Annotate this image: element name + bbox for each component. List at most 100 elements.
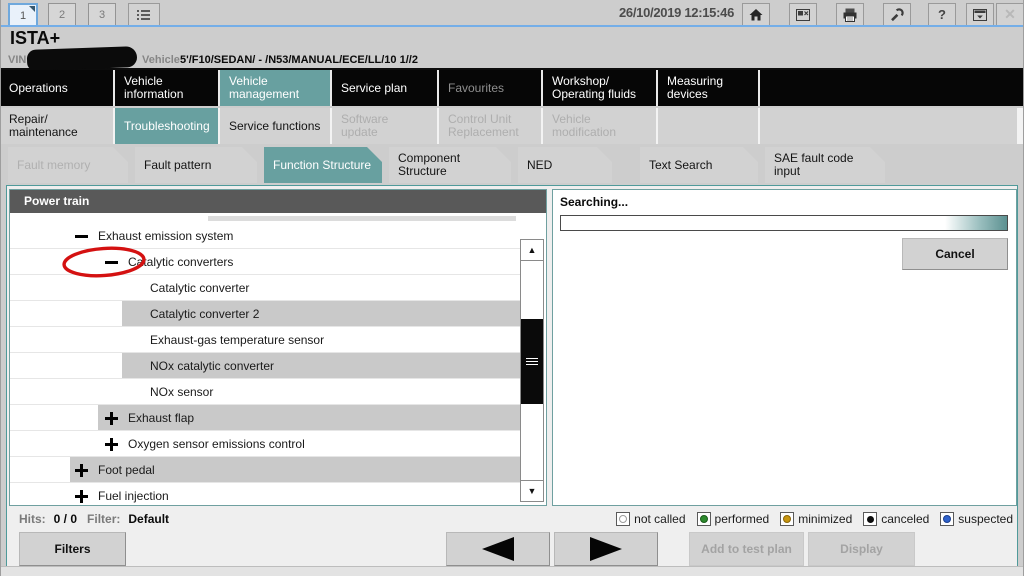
- session-toolbar: 1 2 3 26/10/2019 12:15:46 ? ✕: [0, 0, 1024, 25]
- tab-component-structure[interactable]: Component Structure: [389, 147, 511, 183]
- scroll-up-button[interactable]: ▲: [521, 240, 543, 261]
- print-icon: [842, 7, 858, 23]
- filter-label: Filter:: [87, 512, 120, 526]
- sub-nav-empty-cell: [760, 108, 1017, 144]
- tab-troubleshooting[interactable]: Troubleshooting: [115, 108, 218, 144]
- datetime: 26/10/2019 12:15:46: [600, 5, 734, 20]
- tree-row-label: Catalytic converter: [150, 281, 249, 295]
- expand-icon[interactable]: [104, 410, 120, 426]
- search-progress-bar: [560, 215, 1008, 231]
- canceled-icon: [863, 512, 877, 526]
- tree-row-label: Exhaust-gas temperature sensor: [150, 333, 324, 347]
- legend-minimized: minimized: [780, 512, 852, 526]
- tree-body: Exhaust emission system Catalytic conver…: [10, 213, 546, 505]
- scroll-down-button[interactable]: ▼: [521, 480, 543, 501]
- tab-fault-pattern[interactable]: Fault pattern: [135, 147, 257, 183]
- legend-label: not called: [634, 512, 685, 526]
- tab-text-search[interactable]: Text Search: [640, 147, 758, 183]
- tab-control-unit-replacement: Control Unit Replacement: [439, 108, 541, 144]
- legend-canceled: canceled: [863, 512, 929, 526]
- legend-label: suspected: [958, 512, 1013, 526]
- tab-vehicle-information[interactable]: Vehicle information: [115, 70, 218, 106]
- tab-vehicle-modification: Vehicle modification: [543, 108, 656, 144]
- tab-service-functions[interactable]: Service functions: [220, 108, 330, 144]
- tab-vehicle-management[interactable]: Vehicle management: [220, 70, 330, 106]
- wrench-icon: [889, 7, 905, 23]
- hits-label: Hits:: [19, 512, 46, 526]
- tree-row-exhaust-emission-system[interactable]: Exhaust emission system: [10, 223, 520, 249]
- scrollbar-thumb[interactable]: [521, 319, 543, 404]
- tree-row-nox-catalytic-converter[interactable]: NOx catalytic converter: [10, 353, 520, 379]
- tab-fault-memory: Fault memory: [8, 147, 128, 183]
- dock-window-button[interactable]: [966, 3, 994, 26]
- help-button[interactable]: ?: [928, 3, 956, 26]
- workshop-window-button[interactable]: [789, 3, 817, 26]
- legend-label: canceled: [881, 512, 929, 526]
- tree-row-catalytic-converter-2[interactable]: Catalytic converter 2: [10, 301, 520, 327]
- session-tab-label: 2: [59, 9, 65, 21]
- tree-rows: Exhaust emission system Catalytic conver…: [10, 223, 520, 505]
- forward-button[interactable]: [554, 532, 658, 566]
- tab-measuring-devices[interactable]: Measuring devices: [658, 70, 758, 106]
- session-tab-label: 1: [20, 10, 26, 22]
- tree-row-catalytic-converter[interactable]: Catalytic converter: [10, 275, 520, 301]
- tab-repair-maintenance[interactable]: Repair/ maintenance: [0, 108, 113, 144]
- tab-sae-fault-code-input[interactable]: SAE fault code input: [765, 147, 885, 183]
- vin-redaction: [27, 46, 138, 71]
- tree-row-nox-sensor[interactable]: NOx sensor: [10, 379, 520, 405]
- vehicle-label: Vehicle: [142, 54, 180, 66]
- add-to-test-plan-button: Add to test plan: [689, 532, 804, 566]
- tree-row-exhaust-gas-temperature-sensor[interactable]: Exhaust-gas temperature sensor: [10, 327, 520, 353]
- vehicle-bar: VIN Vehicle 5'/F10/SEDAN/ - /N53/MANUAL/…: [0, 52, 1024, 70]
- filters-button[interactable]: Filters: [19, 532, 126, 566]
- tab-operations[interactable]: Operations: [0, 70, 113, 106]
- dock-window-icon: [972, 7, 988, 23]
- cancel-button[interactable]: Cancel: [902, 238, 1008, 270]
- legend-performed: performed: [697, 512, 770, 526]
- hits-value: 0 / 0: [54, 512, 77, 526]
- arrow-right-icon: [590, 537, 622, 561]
- sub-nav-empty-cell: [658, 108, 758, 144]
- session-list-icon: [136, 8, 152, 22]
- expand-icon[interactable]: [104, 436, 120, 452]
- session-tab-3[interactable]: 3: [88, 3, 116, 26]
- tree-row-label: Foot pedal: [98, 463, 155, 477]
- tab-ned[interactable]: NED: [518, 147, 612, 183]
- tree-scrollbar[interactable]: ▲ ▼: [520, 239, 544, 502]
- collapse-icon[interactable]: [74, 228, 90, 244]
- session-list-button[interactable]: [128, 3, 160, 26]
- back-button[interactable]: [446, 532, 550, 566]
- print-button[interactable]: [836, 3, 864, 26]
- tree-row-fuel-injection[interactable]: Fuel injection: [10, 483, 520, 505]
- sub-nav: Repair/ maintenance Troubleshooting Serv…: [0, 108, 1024, 144]
- tree-row-oxygen-sensor-emissions-control[interactable]: Oxygen sensor emissions control: [10, 431, 520, 457]
- expand-icon[interactable]: [74, 462, 90, 478]
- tree-row-exhaust-flap[interactable]: Exhaust flap: [10, 405, 520, 431]
- expand-icon[interactable]: [74, 488, 90, 504]
- tree-row-label: Catalytic converter 2: [150, 307, 259, 321]
- window-bottom-edge: [0, 566, 1024, 576]
- session-tab-2[interactable]: 2: [48, 3, 76, 26]
- tree-row-catalytic-converters[interactable]: Catalytic converters: [10, 249, 520, 275]
- main-nav-filler: [760, 70, 1024, 106]
- collapse-icon[interactable]: [104, 254, 120, 270]
- status-bar: Hits: 0 / 0 Filter: Default not called p…: [9, 508, 1013, 530]
- search-panel: Searching... Cancel: [552, 189, 1017, 506]
- tab-software-update: Software update: [332, 108, 437, 144]
- minimized-icon: [780, 512, 794, 526]
- tree-row-label: Fuel injection: [98, 489, 169, 503]
- tab-service-plan[interactable]: Service plan: [332, 70, 437, 106]
- tree-header: Power train: [10, 190, 546, 213]
- legend-suspected: suspected: [940, 512, 1013, 526]
- tree-row-foot-pedal[interactable]: Foot pedal: [10, 457, 520, 483]
- tab-workshop-operating-fluids[interactable]: Workshop/ Operating fluids: [543, 70, 656, 106]
- legend-label: minimized: [798, 512, 852, 526]
- action-bar: Filters Add to test plan Display: [9, 532, 1015, 565]
- tools-button[interactable]: [883, 3, 911, 26]
- tab-function-structure[interactable]: Function Structure: [264, 147, 382, 183]
- home-button[interactable]: [742, 3, 770, 26]
- close-icon: ✕: [1004, 6, 1016, 23]
- tree-row-label: NOx catalytic converter: [150, 359, 274, 373]
- tree-row-label: Exhaust flap: [128, 411, 194, 425]
- legend-label: performed: [715, 512, 770, 526]
